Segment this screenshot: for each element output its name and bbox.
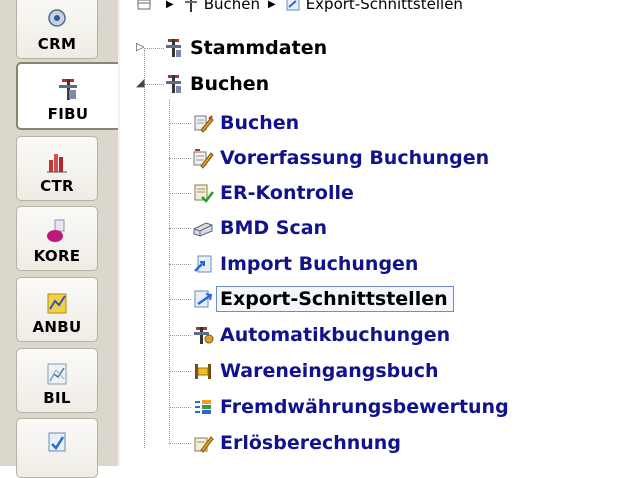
invoice-check-icon — [194, 184, 214, 203]
tree-connector — [169, 99, 170, 444]
tree-connector — [169, 371, 191, 372]
navigation-tree: ▷ ◢ Stammdaten Buchen Buchen Vorerfassun… — [118, 0, 639, 466]
tree-connector — [169, 299, 191, 300]
scanner-icon — [193, 222, 213, 237]
tree-item-label: ER-Kontrolle — [220, 182, 354, 204]
kore-icon — [47, 219, 65, 242]
module-label: BIL — [43, 389, 71, 407]
anbu-icon — [47, 293, 67, 314]
tree-item-er-kontrolle[interactable]: ER-Kontrolle — [192, 181, 354, 205]
tree-connector — [144, 48, 164, 49]
tree-connector — [144, 50, 145, 448]
currency-valuation-icon — [195, 400, 211, 414]
revenue-calc-icon — [194, 436, 214, 453]
module-label: ANBU — [32, 318, 82, 336]
tree-item-buchen-folder[interactable]: Buchen — [162, 72, 269, 96]
tree-item-label: Buchen — [190, 73, 270, 95]
tree-connector — [169, 228, 191, 229]
tree-item-label: Vorerfassung Buchungen — [220, 147, 490, 169]
fibu-icon — [59, 79, 77, 100]
module-ctr-button[interactable]: CTR — [16, 136, 98, 201]
stammdaten-icon — [166, 39, 181, 57]
module-bil-button[interactable]: BIL — [16, 348, 98, 413]
tree-item-label: Export-Schnittstellen — [216, 286, 454, 312]
tree-item-vorerfassung-buchungen[interactable]: Vorerfassung Buchungen — [192, 146, 489, 170]
partial-module-icon — [48, 432, 66, 452]
module-label: FIBU — [47, 105, 89, 123]
tree-connector — [144, 84, 164, 85]
collapse-arrow-icon[interactable]: ◢ — [136, 76, 144, 89]
module-anbu-button[interactable]: ANBU — [16, 277, 98, 342]
tree-item-wareneingangsbuch[interactable]: Wareneingangsbuch — [192, 359, 439, 383]
bil-chart-icon — [47, 363, 67, 385]
buchen-folder-icon — [166, 75, 181, 93]
crm-icon — [48, 9, 66, 27]
module-partial-button[interactable] — [16, 418, 98, 478]
expand-arrow-icon[interactable]: ▷ — [136, 40, 144, 53]
tree-item-label: BMD Scan — [220, 217, 328, 239]
tree-item-label: Buchen — [220, 112, 300, 134]
goods-receipt-icon — [195, 364, 211, 379]
tree-connector — [169, 158, 191, 159]
tree-item-label: Erlösberechnung — [220, 432, 401, 454]
tree-connector — [169, 193, 191, 194]
import-icon — [194, 255, 212, 273]
module-sidebar: CRM FIBU CTR KORE ANBU BIL — [0, 0, 120, 478]
tree-item-import-buchungen[interactable]: Import Buchungen — [192, 252, 418, 276]
tree-item-bmd-scan[interactable]: BMD Scan — [192, 216, 327, 240]
tree-item-label: Automatikbuchungen — [220, 324, 451, 346]
tree-connector — [169, 123, 191, 124]
tree-item-buchen[interactable]: Buchen — [192, 111, 299, 135]
tree-connector — [169, 335, 191, 336]
tree-item-fremdwaehrungsbewertung[interactable]: Fremdwährungsbewertung — [192, 395, 509, 419]
tree-item-label: Fremdwährungsbewertung — [220, 396, 509, 418]
module-crm-button[interactable]: CRM — [16, 0, 98, 59]
tree-item-label: Stammdaten — [190, 37, 328, 59]
module-label: CRM — [37, 35, 77, 53]
module-label: CTR — [40, 177, 74, 195]
ctr-chart-icon — [47, 154, 67, 173]
tree-connector — [169, 264, 191, 265]
tree-item-export-schnittstellen[interactable]: Export-Schnittstellen — [192, 286, 454, 312]
tree-item-stammdaten[interactable]: Stammdaten — [162, 36, 327, 60]
tree-item-label: Import Buchungen — [220, 253, 419, 275]
module-kore-button[interactable]: KORE — [16, 206, 98, 271]
auto-posting-icon — [194, 327, 214, 344]
tree-item-automatikbuchungen[interactable]: Automatikbuchungen — [192, 323, 450, 347]
module-fibu-button[interactable]: FIBU — [16, 62, 118, 130]
tree-connector — [169, 443, 191, 444]
module-label: KORE — [33, 247, 81, 265]
export-icon — [194, 290, 213, 308]
tree-item-erloesberechnung[interactable]: Erlösberechnung — [192, 431, 401, 455]
tree-connector — [169, 407, 191, 408]
tree-item-label: Wareneingangsbuch — [220, 360, 439, 382]
posting-pencil-icon — [194, 115, 214, 133]
pre-entry-icon — [193, 149, 214, 169]
